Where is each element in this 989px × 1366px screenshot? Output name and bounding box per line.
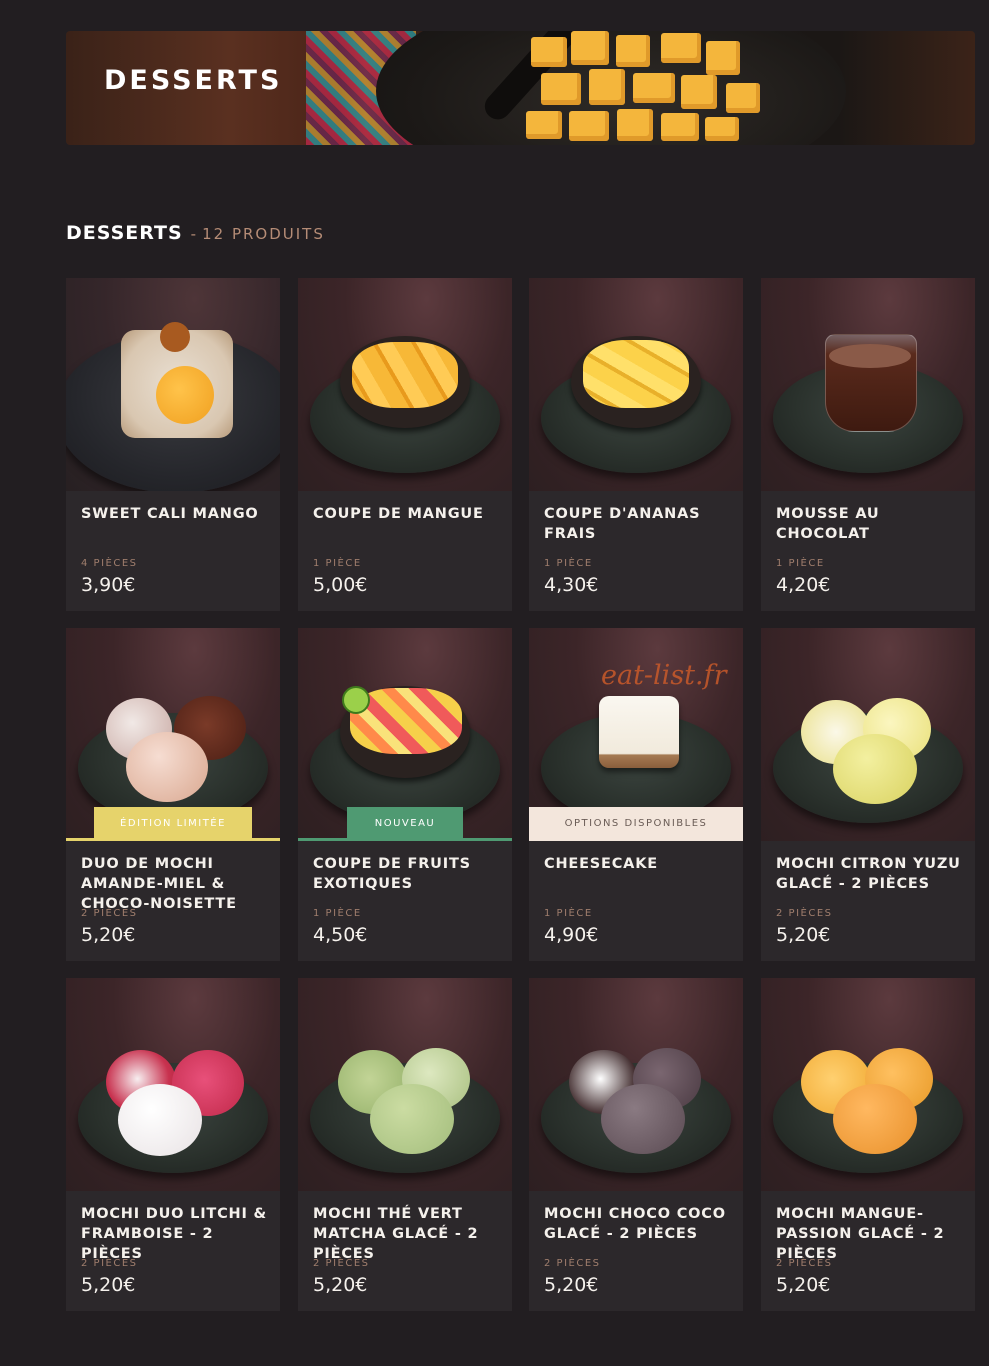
product-card[interactable]: MOUSSE AU CHOCOLAT 1 PIÈCE 4,20€ [761, 278, 975, 611]
product-price: 5,20€ [313, 1274, 368, 1296]
banner-mango-image [521, 31, 791, 145]
product-quantity: 1 PIÈCE [313, 558, 362, 569]
product-quantity: 1 PIÈCE [313, 908, 362, 919]
product-name: COUPE DE FRUITS EXOTIQUES [313, 856, 471, 892]
product-image [298, 278, 512, 491]
product-quantity: 2 PIÈCES [81, 1258, 138, 1269]
product-card[interactable]: NOUVEAU COUPE DE FRUITS EXOTIQUES 1 PIÈC… [298, 628, 512, 961]
product-card[interactable]: COUPE DE MANGUE 1 PIÈCE 5,00€ [298, 278, 512, 611]
product-card[interactable]: SWEET CALI MANGO 4 PIÈCES 3,90€ [66, 278, 280, 611]
product-card[interactable]: MOCHI CITRON YUZU GLACÉ - 2 PIÈCES 2 PIÈ… [761, 628, 975, 961]
product-quantity: 1 PIÈCE [776, 558, 825, 569]
product-card[interactable]: MOCHI CHOCO COCO GLACÉ - 2 PIÈCES 2 PIÈC… [529, 978, 743, 1311]
product-image [761, 978, 975, 1191]
product-image [761, 628, 975, 841]
product-name: MOCHI THÉ VERT MATCHA GLACÉ - 2 PIÈCES [313, 1206, 479, 1262]
product-quantity: 2 PIÈCES [776, 1258, 833, 1269]
product-quantity: 2 PIÈCES [81, 908, 138, 919]
product-price: 4,90€ [544, 924, 599, 946]
product-price: 3,90€ [81, 574, 136, 596]
new-badge: NOUVEAU [347, 807, 463, 841]
product-price: 5,20€ [81, 1274, 136, 1296]
product-name: MOUSSE AU CHOCOLAT [776, 506, 880, 542]
watermark: eat-list.fr [601, 660, 727, 691]
product-name: SWEET CALI MANGO [81, 506, 259, 522]
product-name: MOCHI CHOCO COCO GLACÉ - 2 PIÈCES [544, 1206, 726, 1242]
product-image [761, 278, 975, 491]
product-quantity: 2 PIÈCES [313, 1258, 370, 1269]
product-card[interactable]: MOCHI THÉ VERT MATCHA GLACÉ - 2 PIÈCES 2… [298, 978, 512, 1311]
product-name: MOCHI DUO LITCHI & FRAMBOISE - 2 PIÈCES [81, 1206, 267, 1262]
product-name: COUPE D'ANANAS FRAIS [544, 506, 701, 542]
product-price: 4,20€ [776, 574, 831, 596]
section-heading: DESSERTS -12 PRODUITS [66, 222, 325, 244]
product-quantity: 4 PIÈCES [81, 558, 138, 569]
product-price: 4,30€ [544, 574, 599, 596]
product-name: COUPE DE MANGUE [313, 506, 484, 522]
category-banner: DESSERTS [66, 31, 975, 145]
options-available-badge: OPTIONS DISPONIBLES [529, 807, 743, 841]
banner-title: DESSERTS [104, 65, 283, 96]
product-quantity: 2 PIÈCES [544, 1258, 601, 1269]
product-card[interactable]: COUPE D'ANANAS FRAIS 1 PIÈCE 4,30€ [529, 278, 743, 611]
product-image [529, 978, 743, 1191]
product-card[interactable]: MOCHI MANGUE-PASSION GLACÉ - 2 PIÈCES 2 … [761, 978, 975, 1311]
product-price: 5,20€ [544, 1274, 599, 1296]
product-name: CHEESECAKE [544, 856, 658, 872]
product-price: 5,00€ [313, 574, 368, 596]
product-price: 5,20€ [776, 1274, 831, 1296]
product-name: DUO DE MOCHI AMANDE-MIEL & CHOCO-NOISETT… [81, 856, 237, 912]
product-name: MOCHI MANGUE-PASSION GLACÉ - 2 PIÈCES [776, 1206, 945, 1262]
product-image [66, 278, 280, 491]
product-name: MOCHI CITRON YUZU GLACÉ - 2 PIÈCES [776, 856, 961, 892]
product-count: 12 PRODUITS [202, 225, 325, 243]
product-price: 5,20€ [776, 924, 831, 946]
product-quantity: 1 PIÈCE [544, 558, 593, 569]
product-price: 5,20€ [81, 924, 136, 946]
product-image [66, 978, 280, 1191]
product-image [298, 978, 512, 1191]
section-title: DESSERTS [66, 222, 183, 244]
section-separator: - [190, 225, 197, 243]
limited-edition-badge: ÉDITION LIMITÉE [94, 807, 252, 841]
product-price: 4,50€ [313, 924, 368, 946]
product-card[interactable]: MOCHI DUO LITCHI & FRAMBOISE - 2 PIÈCES … [66, 978, 280, 1311]
product-image [529, 278, 743, 491]
product-quantity: 2 PIÈCES [776, 908, 833, 919]
product-card[interactable]: ÉDITION LIMITÉE DUO DE MOCHI AMANDE-MIEL… [66, 628, 280, 961]
product-quantity: 1 PIÈCE [544, 908, 593, 919]
